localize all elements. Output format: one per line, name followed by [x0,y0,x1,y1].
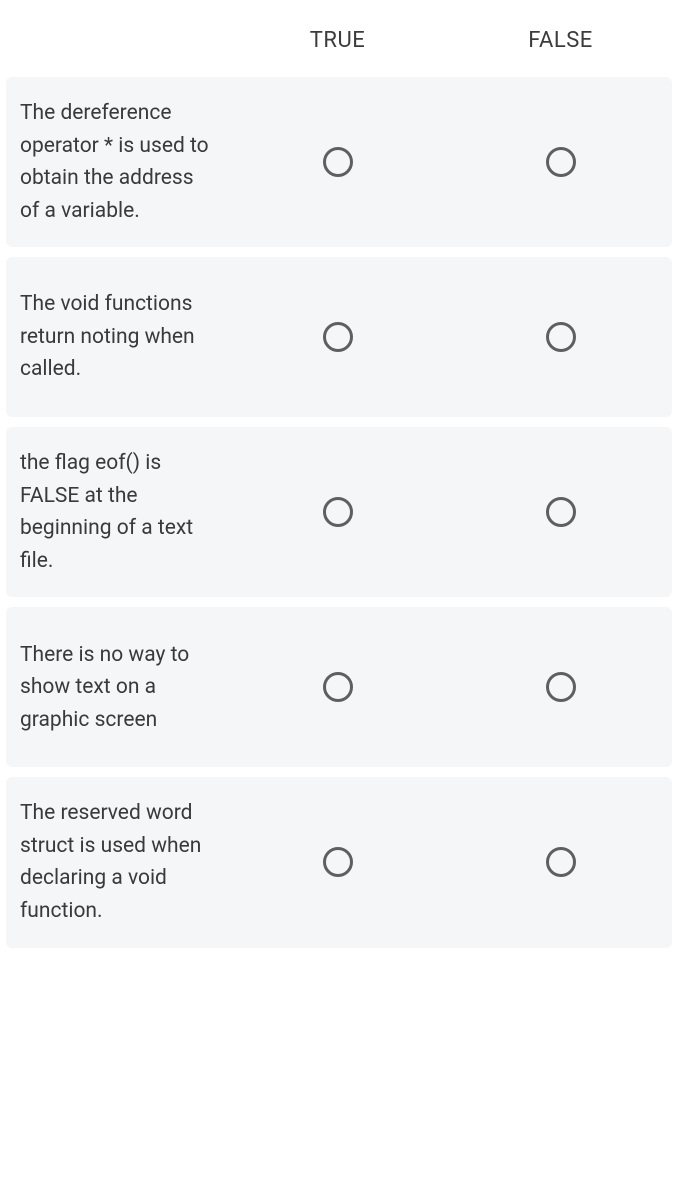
header-spacer [6,28,226,53]
radio-true-4[interactable] [323,672,353,702]
question-row-5: The reserved word struct is used when de… [6,777,672,947]
radio-cell-true [226,147,449,177]
header-true: TRUE [226,28,449,53]
radio-cell-true [226,847,449,877]
radio-true-2[interactable] [323,322,353,352]
radio-false-3[interactable] [546,497,576,527]
question-text: The reserved word struct is used when de… [6,797,226,927]
question-text: The void functions return noting when ca… [6,288,226,386]
header-false: FALSE [449,28,672,53]
radio-false-2[interactable] [546,322,576,352]
radio-cell-true [226,672,449,702]
header-row: TRUE FALSE [6,8,672,77]
question-row-3: the flag eof() is FALSE at the beginning… [6,427,672,597]
radio-cell-false [449,847,672,877]
radio-cell-false [449,497,672,527]
radio-cell-false [449,147,672,177]
radio-false-5[interactable] [546,847,576,877]
question-row-2: The void functions return noting when ca… [6,257,672,417]
radio-cell-false [449,672,672,702]
radio-true-3[interactable] [323,497,353,527]
radio-true-1[interactable] [323,147,353,177]
question-text: There is no way to show text on a graphi… [6,639,226,737]
question-text: The dereference operator * is used to ob… [6,97,226,227]
radio-cell-true [226,322,449,352]
radio-false-4[interactable] [546,672,576,702]
radio-cell-true [226,497,449,527]
radio-true-5[interactable] [323,847,353,877]
quiz-container: TRUE FALSE The dereference operator * is… [0,0,678,966]
question-row-1: The dereference operator * is used to ob… [6,77,672,247]
radio-cell-false [449,322,672,352]
question-row-4: There is no way to show text on a graphi… [6,607,672,767]
question-text: the flag eof() is FALSE at the beginning… [6,447,226,577]
radio-false-1[interactable] [546,147,576,177]
